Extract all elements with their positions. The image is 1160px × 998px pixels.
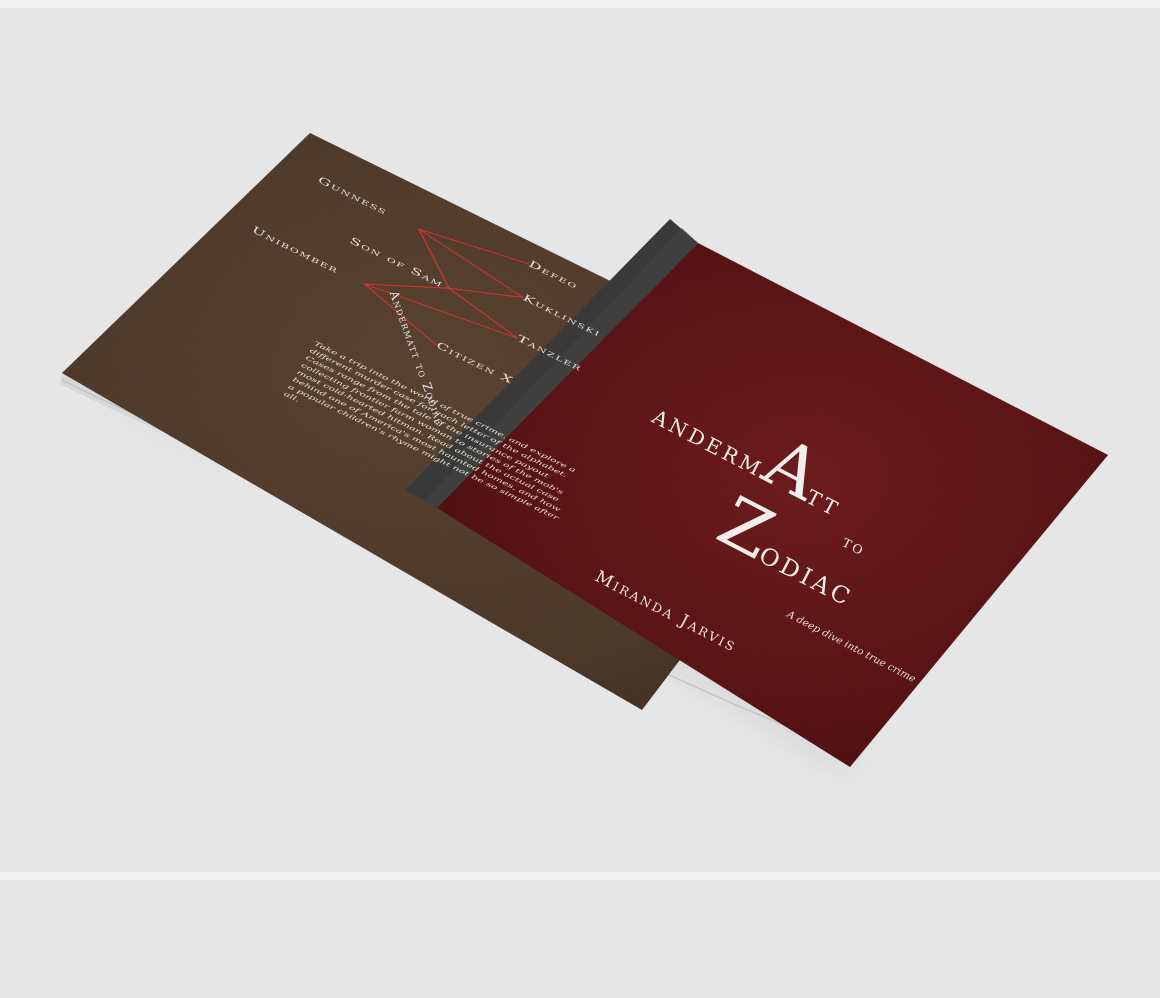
title-zodiac-rest: odiac — [753, 533, 862, 615]
title-prefix: anderm — [647, 398, 771, 485]
cover-subtitle: A deep dive into true crime — [784, 609, 918, 686]
author-name: Miranda Jarvis — [591, 566, 741, 657]
